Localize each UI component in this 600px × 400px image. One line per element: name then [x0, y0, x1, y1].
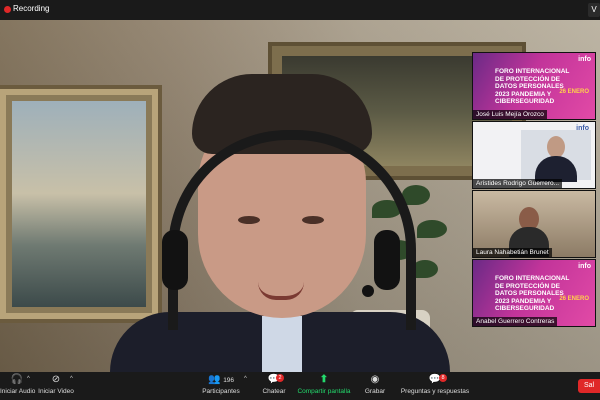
participant-tile-3[interactable]: Laura Nahabetián Brunet [472, 190, 596, 258]
qa-icon: 💬 [428, 374, 442, 385]
recording-indicator-icon [4, 6, 11, 13]
participants-options-caret-icon[interactable]: ^ [244, 376, 247, 382]
top-bar: Recording V [0, 0, 600, 20]
record-button[interactable]: ◉ Grabar [360, 372, 390, 400]
headset-mic [362, 285, 374, 297]
speaker-person [110, 74, 450, 372]
view-button[interactable]: V [588, 3, 600, 17]
participant-name: Arístides Rodrigo Guerrero... [473, 179, 563, 188]
slide-date: 26 ENERO [559, 89, 589, 95]
audio-options-caret-icon[interactable]: ^ [27, 376, 30, 382]
video-options-caret-icon[interactable]: ^ [70, 376, 73, 382]
chat-button[interactable]: 💬 Chatear [258, 372, 290, 400]
record-icon: ◉ [370, 374, 380, 385]
participant-tile-2[interactable]: info Arístides Rodrigo Guerrero... [472, 121, 596, 189]
participant-tile-4[interactable]: info FORO INTERNACIONAL DE PROTECCIÓN DE… [472, 259, 596, 327]
qa-badge: 8 [439, 374, 447, 382]
recording-label: Recording [13, 4, 50, 13]
wall-painting-left [0, 85, 162, 323]
chat-badge: 2 [276, 374, 284, 382]
speaker-thumbnail [521, 130, 591, 182]
info-logo: info [578, 263, 591, 270]
slide-title: FORO INTERNACIONAL DE PROTECCIÓN DE DATO… [495, 275, 570, 312]
share-screen-button[interactable]: ⬆ Compartir pantalla [294, 372, 354, 400]
slide-date: 26 ENERO [559, 296, 589, 302]
participant-name: Laura Nahabetián Brunet [473, 248, 552, 257]
leave-button[interactable]: Sal [578, 379, 600, 393]
participant-name: José Luis Mejía Orozco [473, 110, 547, 119]
slide-title: FORO INTERNACIONAL DE PROTECCIÓN DE DATO… [495, 68, 570, 105]
participant-tile-1[interactable]: info FORO INTERNACIONAL DE PROTECCIÓN DE… [472, 52, 596, 120]
qa-button[interactable]: 💬 Preguntas y respuestas [398, 372, 472, 400]
participants-icon: 👥 196 [207, 374, 235, 385]
chat-icon: 💬 [267, 374, 281, 385]
headset-earcup-left [162, 230, 188, 290]
meeting-toolbar: 🎧 Iniciar Audio ^ ⊘ Iniciar Video ^ 👥 19… [0, 372, 600, 400]
participant-name: Anabel Guerrero Contreras [473, 317, 558, 326]
info-logo: info [578, 56, 591, 63]
headset-earcup-right [374, 230, 400, 290]
share-screen-icon: ⬆ [319, 374, 329, 385]
participants-button[interactable]: 👥 196 Participantes [200, 372, 242, 400]
